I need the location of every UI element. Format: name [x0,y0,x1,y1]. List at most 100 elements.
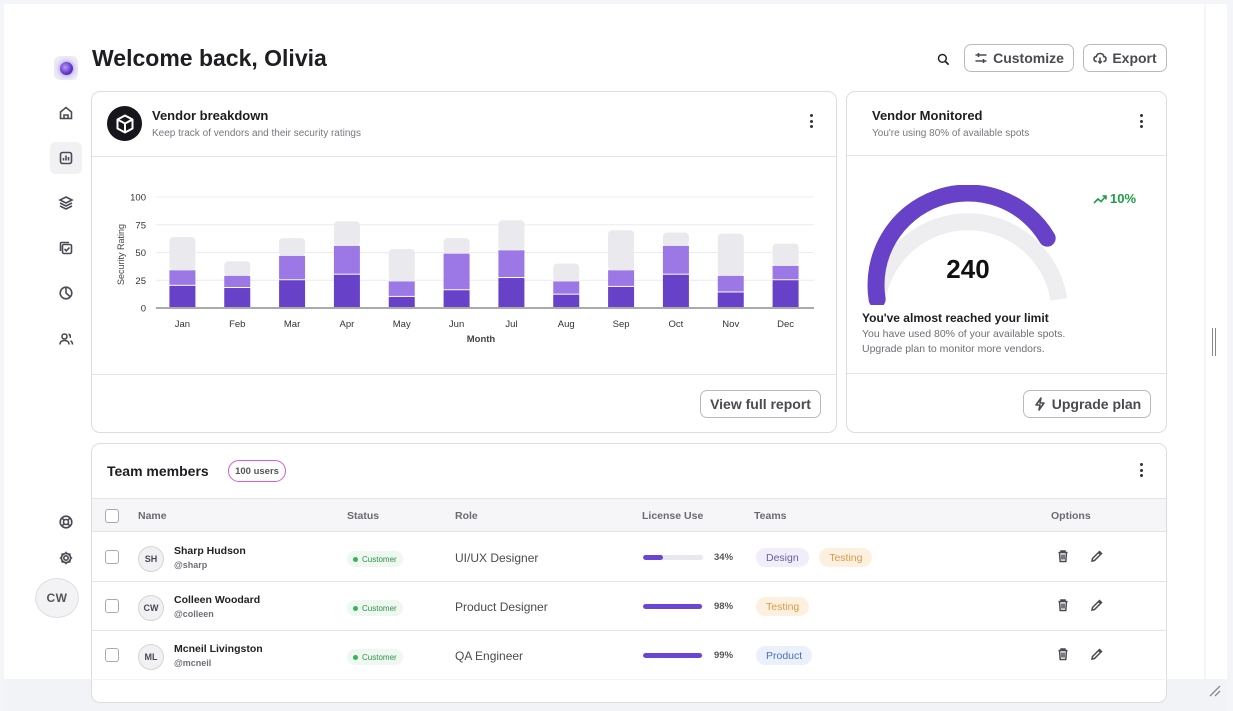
column-header-role[interactable]: Role [455,510,478,522]
x-tick-label: Aug [558,319,575,330]
license-percent: 98% [714,601,734,612]
bar-segment [169,236,196,271]
box-icon [116,114,133,133]
bar-segment [772,265,799,280]
check-square-icon [59,241,73,255]
divider [92,156,836,157]
table-row[interactable]: SH Sharp Hudson @sharp Customer UI/UX Design… [92,533,1166,582]
y-tick-label: 100 [130,193,146,204]
row-checkbox[interactable] [105,648,119,662]
sidebar-item-users[interactable] [50,323,82,355]
bar-segment [498,250,525,278]
bar-segment [662,274,689,307]
bar-segment [443,238,470,254]
team-tag-testing[interactable]: Testing [819,548,873,567]
limit-text-line2: Upgrade plan to monitor more vendors. [862,343,1045,355]
delete-button[interactable] [1056,647,1070,661]
sidebar-item-dashboard[interactable] [50,142,82,174]
column-header-license[interactable]: License Use [642,510,703,522]
bar-segment [662,232,689,246]
frame-edge [4,679,1227,680]
app-logo[interactable] [54,56,78,80]
column-header-teams[interactable]: Teams [754,510,787,522]
delete-button[interactable] [1056,598,1070,612]
member-handle: @sharp [174,560,208,570]
column-header-name[interactable]: Name [138,510,167,522]
table-header: Name Status Role License Use Teams Optio… [92,498,1166,532]
edit-button[interactable] [1090,598,1104,612]
x-tick-label: Jan [175,319,190,330]
x-tick-label: Oct [669,319,684,330]
x-tick-label: Mar [284,319,300,330]
license-percent: 34% [714,552,734,563]
team-tag-testing[interactable]: Testing [756,597,810,616]
vendor-monitored-title: Vendor Monitored [872,108,983,123]
divider [847,155,1166,156]
bar-segment [333,274,360,307]
export-button[interactable]: Export [1083,44,1167,72]
edit-button[interactable] [1090,549,1104,563]
home-icon [59,106,73,120]
view-full-report-button[interactable]: View full report [700,390,821,418]
vendor-breakdown-menu-button[interactable] [807,114,815,128]
edit-button[interactable] [1090,647,1104,661]
sidebar-item-support[interactable] [50,506,82,538]
bar-segment [717,292,744,307]
limit-title: You've almost reached your limit [862,311,1049,325]
bar-segment [333,245,360,274]
status-dot-icon [353,605,358,611]
bar-segment [498,278,525,307]
vendor-gauge [867,185,1068,305]
column-header-status[interactable]: Status [347,510,379,522]
bar-segment [279,255,306,280]
bar-segment [772,280,799,307]
bar-segment [169,285,196,307]
license-progress-bar [643,653,703,658]
user-avatar[interactable]: CW [35,578,79,618]
status-label: Customer [362,603,397,613]
customize-button[interactable]: Customize [964,44,1074,72]
search-icon [937,53,949,65]
sidebar-item-settings[interactable] [50,542,82,574]
vendor-breakdown-title: Vendor breakdown [152,108,269,123]
bar-segment [608,286,635,307]
bar-segment [224,261,251,276]
team-menu-button[interactable] [1137,463,1145,477]
member-name: Colleen Woodard [174,594,261,606]
sidebar-item-reports[interactable] [50,277,82,309]
x-tick-label: May [393,319,411,330]
sliders-icon [975,53,987,63]
bar-segment [388,296,415,307]
status-badge: Customer [347,600,403,616]
bar-segment [388,281,415,296]
corner-resize-icon[interactable] [1208,684,1222,698]
gear-icon [59,551,73,565]
table-row[interactable]: CW Colleen Woodard @colleen Customer Product… [92,582,1166,631]
row-checkbox[interactable] [105,550,119,564]
select-all-checkbox[interactable] [105,509,119,523]
x-tick-label: Jul [505,319,517,330]
bar-segment [443,253,470,290]
trend-indicator: 10% [1093,191,1136,206]
member-role: Product Designer [455,600,548,614]
team-tag-design[interactable]: Design [756,548,809,567]
pie-chart-icon [59,286,73,300]
sidebar-item-layers[interactable] [50,187,82,219]
sidebar-item-tasks[interactable] [50,232,82,264]
vendor-monitored-menu-button[interactable] [1137,114,1145,128]
table-row[interactable]: ML Mcneil Livingston @mcneil Customer QA Eng… [92,631,1166,680]
x-tick-label: Dec [777,319,794,330]
team-tag-product[interactable]: Product [756,646,813,665]
pencil-icon [1091,550,1103,562]
search-button[interactable] [933,49,953,69]
bar-segment [443,290,470,307]
upgrade-plan-button[interactable]: Upgrade plan [1023,390,1151,418]
bar-segment [388,249,415,282]
license-progress-bar [643,555,703,560]
vertical-resize-handle[interactable] [1212,328,1216,356]
delete-button[interactable] [1056,549,1070,563]
sidebar-item-home[interactable] [50,97,82,129]
y-tick-label: 25 [135,276,146,287]
upgrade-plan-label: Upgrade plan [1051,396,1142,412]
row-checkbox[interactable] [105,599,119,613]
